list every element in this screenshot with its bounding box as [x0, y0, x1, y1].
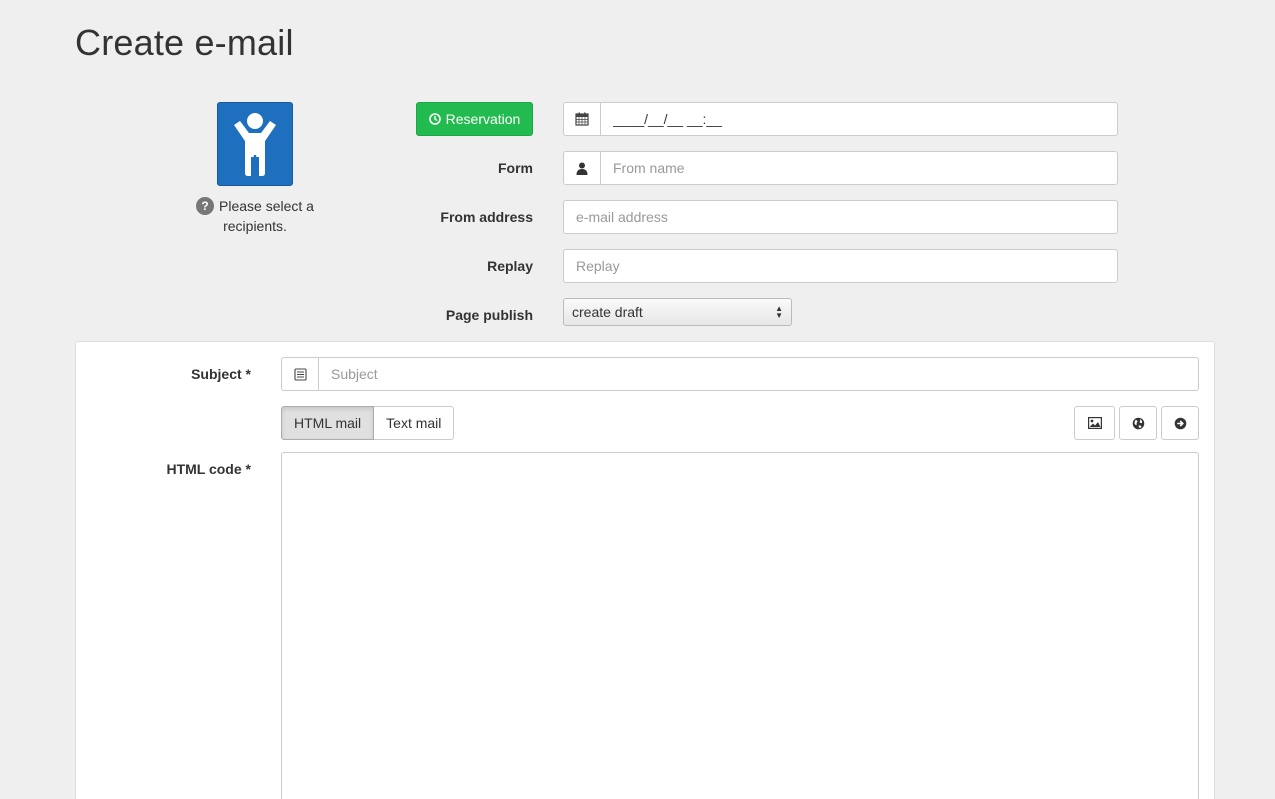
- subject-addon: [282, 358, 319, 390]
- user-icon: [576, 162, 588, 175]
- reservation-button[interactable]: Reservation: [416, 102, 533, 136]
- from-name-label: Form: [498, 160, 533, 176]
- user-addon: [564, 152, 601, 184]
- calendar-icon: [575, 112, 589, 126]
- datetime-input[interactable]: [601, 103, 1117, 135]
- web-preview-button[interactable]: [1119, 406, 1157, 440]
- from-name-input-group: [563, 151, 1118, 185]
- calendar-addon[interactable]: [564, 103, 601, 135]
- arrow-circle-right-icon: [1174, 417, 1186, 429]
- question-icon: ?: [196, 197, 215, 215]
- subject-input[interactable]: [319, 358, 1198, 390]
- reply-input[interactable]: [563, 249, 1118, 283]
- html-code-label-text: HTML code: [166, 461, 242, 477]
- page-title: Create e-mail: [75, 22, 294, 63]
- tab-text-mail[interactable]: Text mail: [374, 406, 455, 440]
- tab-html-mail[interactable]: HTML mail: [281, 406, 375, 440]
- html-code-required-mark: *: [245, 461, 251, 477]
- page-publish-selected: create draft: [572, 304, 643, 320]
- recipient-avatar-button[interactable]: [217, 102, 293, 186]
- subject-label: Subject *: [51, 366, 251, 382]
- select-arrows-icon: ▲ ▼: [775, 304, 783, 320]
- person-icon: [234, 113, 276, 176]
- recipient-help-text: Please select a recipients.: [219, 198, 314, 234]
- from-name-input[interactable]: [601, 152, 1117, 184]
- next-button[interactable]: [1161, 406, 1199, 440]
- list-alt-icon: [293, 367, 307, 381]
- mail-format-tabs: HTML mail Text mail: [281, 406, 455, 440]
- image-icon: [1087, 417, 1102, 429]
- from-address-label: From address: [440, 209, 533, 225]
- clock-icon: [428, 113, 441, 125]
- reservation-button-label: Reservation: [445, 111, 521, 127]
- subject-required-mark: *: [245, 366, 251, 382]
- subject-input-group: [281, 357, 1199, 391]
- recipient-help: ? Please select a recipients.: [180, 196, 330, 236]
- reply-label: Replay: [487, 258, 533, 274]
- page-publish-select[interactable]: create draft ▲ ▼: [563, 298, 792, 326]
- insert-image-button[interactable]: [1074, 406, 1115, 440]
- datetime-input-group: [563, 102, 1118, 136]
- html-code-editor[interactable]: [281, 452, 1199, 799]
- from-address-input[interactable]: [563, 200, 1118, 234]
- globe-icon: [1132, 417, 1144, 429]
- html-code-label: HTML code *: [51, 461, 251, 477]
- subject-label-text: Subject: [191, 366, 242, 382]
- page-publish-label: Page publish: [445, 307, 533, 323]
